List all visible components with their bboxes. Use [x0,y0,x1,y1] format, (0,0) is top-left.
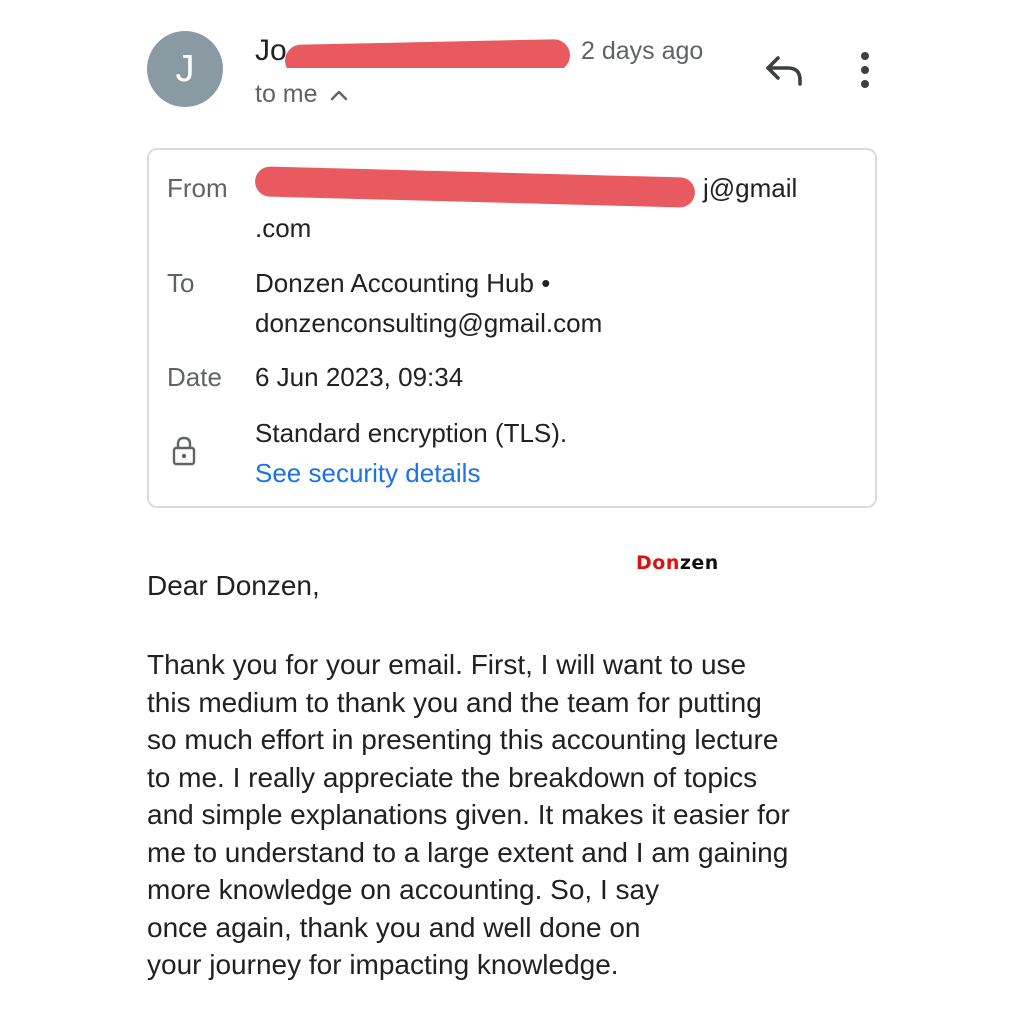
body-line: me to understand to a large extent and I… [147,836,789,868]
to-email: donzenconsulting@gmail.com [255,308,603,338]
sender-name-visible: Jo [255,34,287,67]
sender-row: Jo 2 days ago [255,26,703,76]
reply-icon [766,56,802,86]
email-body: Thank you for your email. First, I will … [147,646,907,984]
sender-name: Jo [255,34,577,68]
from-email-line2: .com [255,213,312,243]
redaction-mark [284,39,571,68]
donzen-watermark: Donzen [636,552,719,574]
redaction-mark [254,166,696,208]
reply-button[interactable] [762,50,808,90]
chevron-up-icon [330,90,347,100]
to-label: To [167,268,195,298]
date-value: 6 Jun 2023, 09:34 [255,362,464,392]
to-name: Donzen Accounting Hub • [255,268,551,298]
from-label: From [167,173,228,203]
body-line: and simple explanations given. It makes … [147,799,790,830]
message-details-card: From j@gmail .com To Donzen Accounting H… [147,148,877,508]
security-info: Standard encryption (TLS). See security … [255,413,567,493]
email-view: J Jo 2 days ago to me From j@gmail .com [0,0,1024,1024]
message-time: 2 days ago [581,36,704,65]
email-greeting: Dear Donzen, [147,570,320,601]
body-line: to me. I really appreciate the breakdown… [147,761,758,793]
body-line: Thank you for your email. First, I will … [147,649,747,680]
from-email-suffix: j@gmail [703,173,798,203]
body-line: once again, thank you and well done on [147,911,641,943]
security-text: Standard encryption (TLS). [255,418,568,448]
sender-avatar[interactable]: J [147,31,223,107]
to-value: Donzen Accounting Hub • donzenconsulting… [255,263,602,343]
more-options-button[interactable] [850,48,880,92]
see-security-details-link[interactable]: See security details [255,453,567,493]
recipient-summary-toggle[interactable]: to me [255,80,348,109]
body-line: more knowledge on accounting. So, I say [147,874,660,905]
body-line: your journey for impacting knowledge. [147,949,619,980]
body-line: this medium to thank you and the team fo… [147,686,762,718]
date-label: Date [167,362,222,392]
from-value: j@gmail .com [254,166,815,248]
avatar-letter: J [175,47,195,90]
body-line: so much effort in presenting this accoun… [147,724,779,755]
recipient-summary: to me [255,80,318,108]
lock-icon [172,436,196,466]
more-vert-icon [861,52,869,60]
